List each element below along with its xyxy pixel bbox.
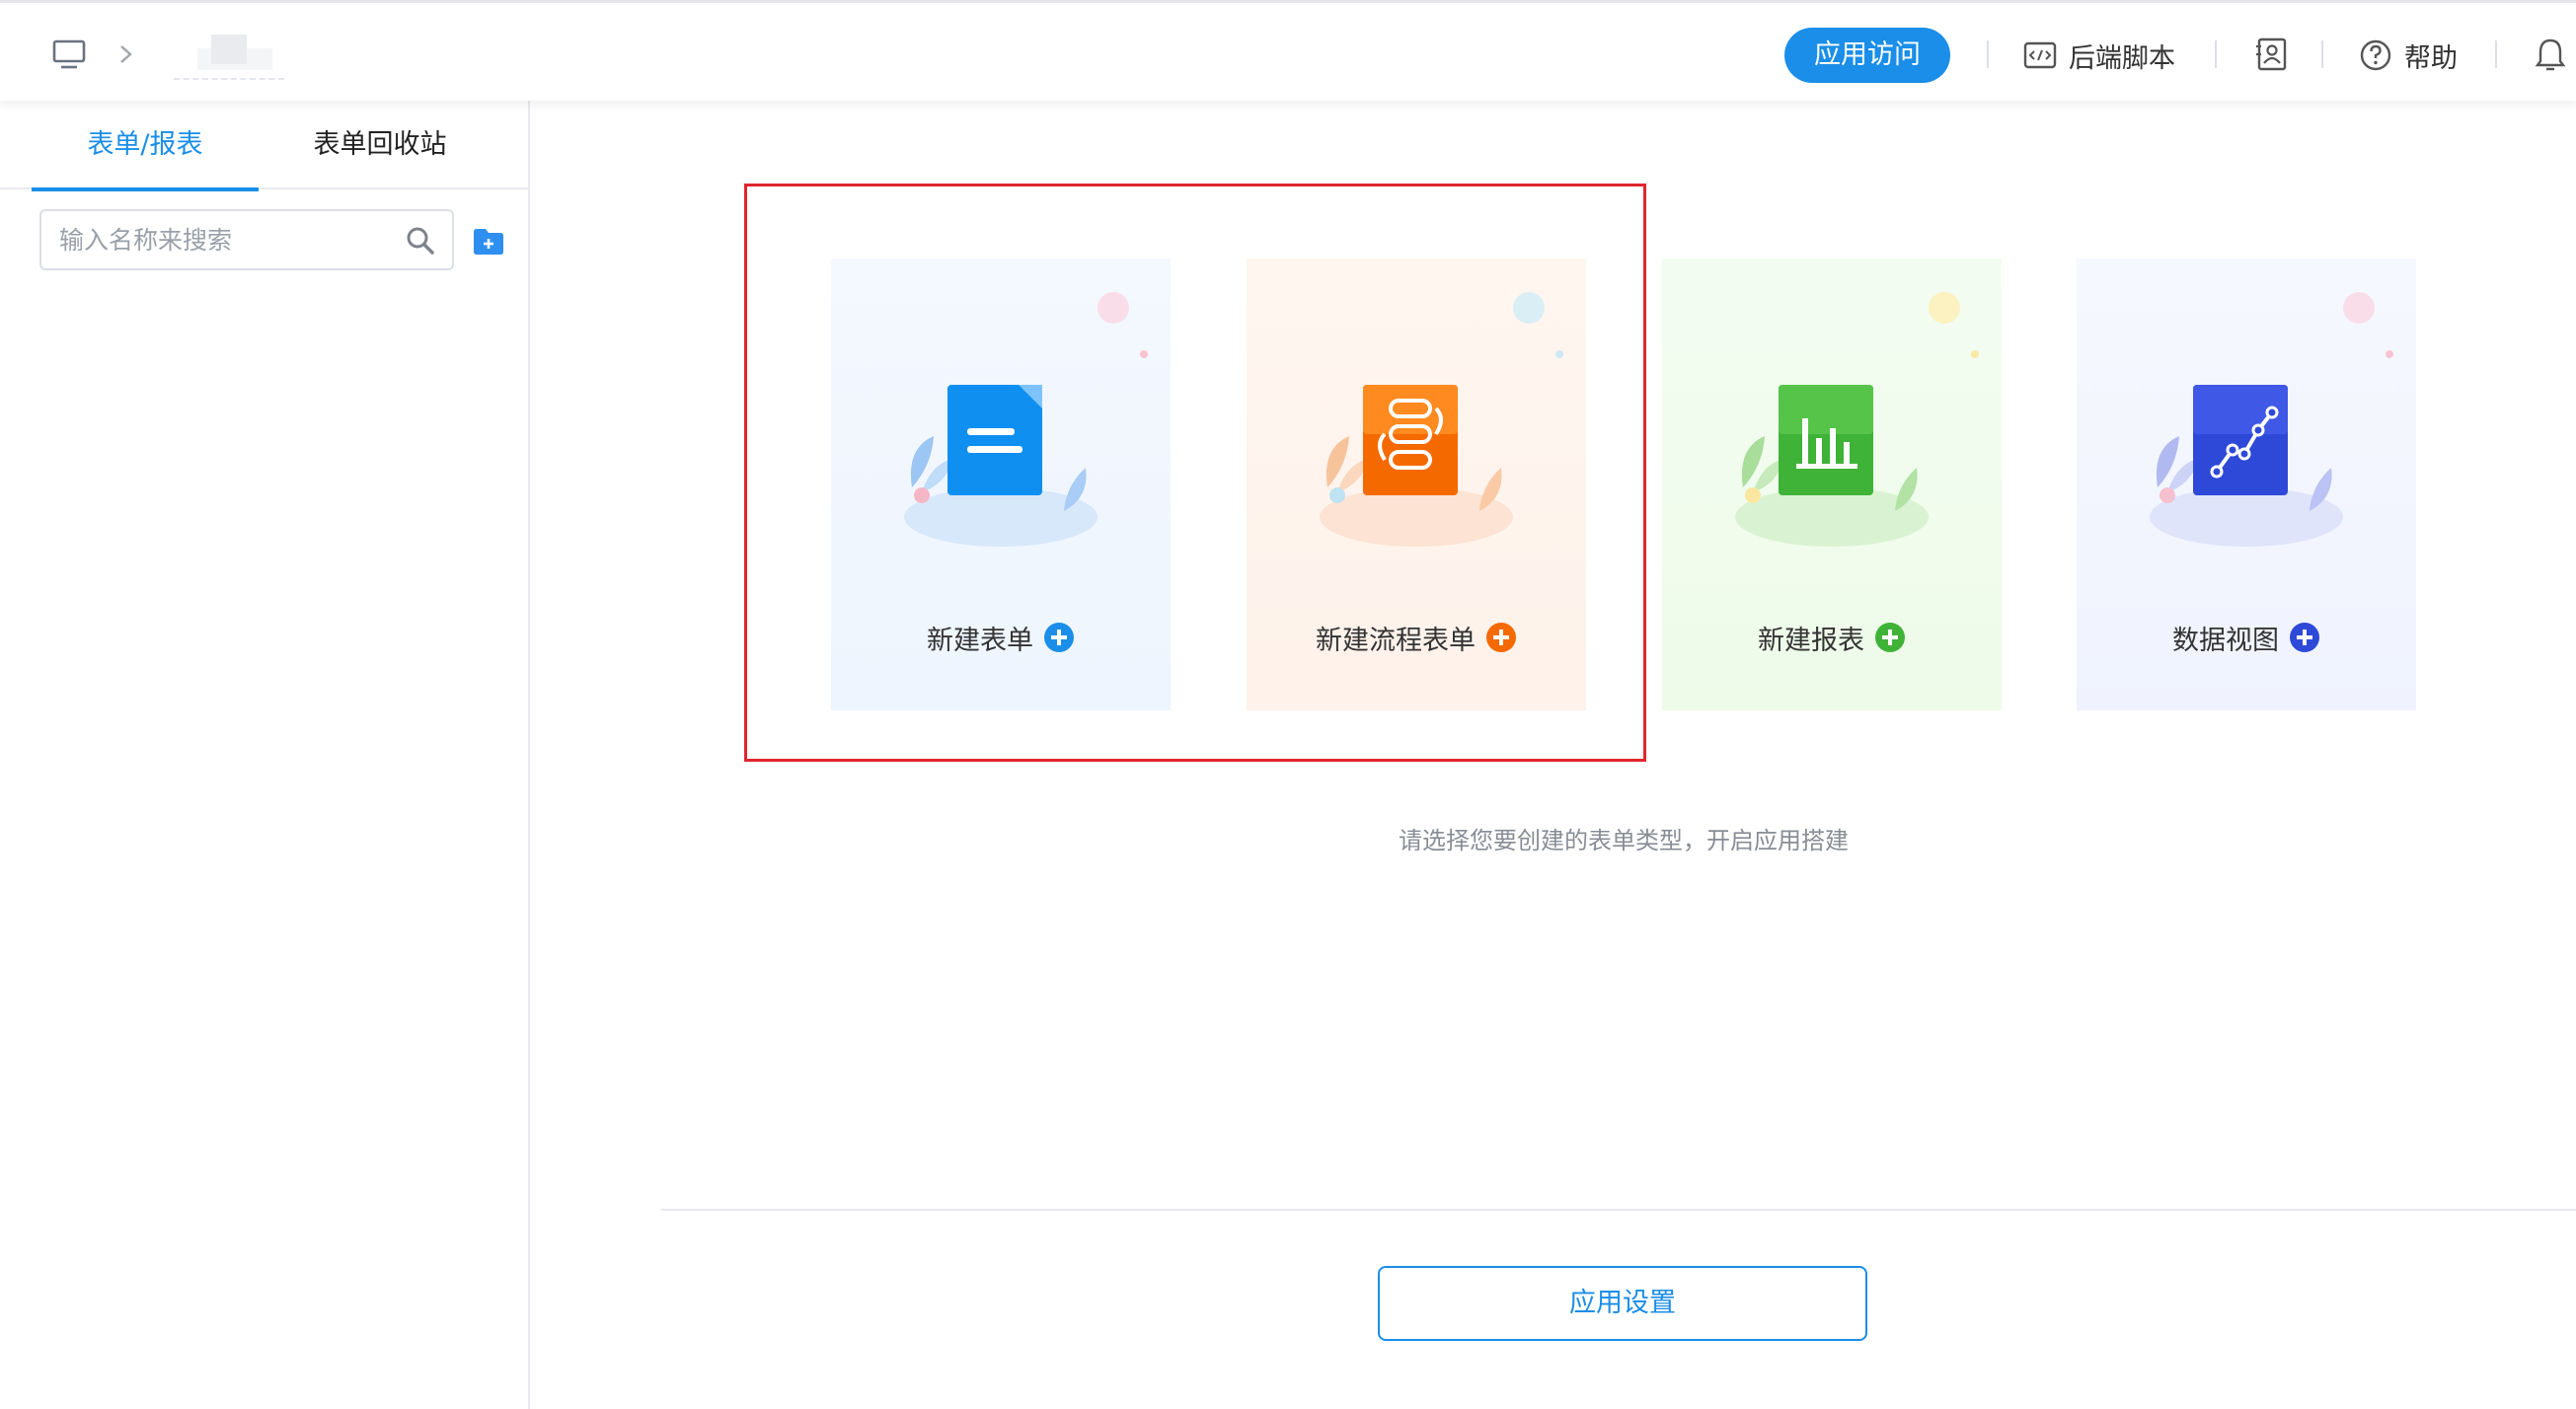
tab-form-recycle-bin[interactable]: 表单回收站	[268, 101, 492, 189]
new-workflow-form-card[interactable]: 新建流程表单	[1247, 259, 1586, 710]
new-report-label: 新建报表	[1662, 618, 2002, 657]
sidebar-tabs: 表单/报表 表单回收站	[0, 101, 528, 191]
top-bar: 应用访问 后端脚本 帮助	[0, 0, 2576, 101]
document-icon	[904, 385, 1098, 547]
search-icon[interactable]	[405, 225, 436, 257]
divider	[2215, 40, 2217, 68]
new-form-label: 新建表单	[831, 618, 1171, 657]
new-form-card[interactable]: 新建表单	[831, 259, 1171, 710]
decor-dot	[2386, 350, 2393, 358]
plus-circle-icon[interactable]	[1874, 622, 1906, 653]
divider	[661, 1209, 2576, 1211]
code-icon	[2023, 41, 2057, 69]
help-button[interactable]: 帮助	[2359, 33, 2458, 78]
create-hint-text: 请选择您要创建的表单类型，开启应用搭建	[1399, 827, 1849, 854]
sidebar: 表单/报表 表单回收站	[0, 101, 530, 1409]
divider	[2321, 40, 2323, 68]
bar-chart-icon	[1735, 385, 1929, 547]
data-view-label: 数据视图	[2077, 618, 2416, 657]
monitor-icon[interactable]	[51, 37, 87, 72]
decor-dot	[1140, 350, 1148, 358]
plus-circle-icon[interactable]	[1043, 622, 1075, 653]
search-input[interactable]	[59, 219, 395, 260]
decor-bubble	[1513, 292, 1545, 324]
app-visit-button[interactable]: 应用访问	[1784, 28, 1950, 83]
decor-bubble	[1929, 292, 1960, 324]
contacts-icon[interactable]	[2253, 37, 2289, 72]
breadcrumb-app-name[interactable]	[174, 29, 284, 80]
chevron-right-icon	[120, 45, 132, 63]
new-report-card[interactable]: 新建报表	[1662, 259, 2002, 710]
divider	[1987, 40, 1989, 68]
tab-forms-reports[interactable]: 表单/报表	[32, 101, 259, 191]
decor-bubble	[2343, 292, 2375, 324]
app-settings-button[interactable]: 应用设置	[1378, 1266, 1867, 1341]
new-workflow-form-label: 新建流程表单	[1247, 618, 1586, 657]
help-icon	[2360, 39, 2391, 71]
plus-circle-icon[interactable]	[2289, 622, 2320, 653]
decor-dot	[1555, 350, 1563, 358]
decor-bubble	[1098, 292, 1129, 324]
workflow-icon	[1320, 385, 1513, 547]
search-box	[39, 209, 454, 270]
divider	[2495, 40, 2497, 68]
new-folder-icon[interactable]	[472, 227, 505, 257]
backend-script-button[interactable]: 后端脚本	[2023, 33, 2175, 78]
line-chart-icon	[2150, 385, 2343, 547]
backend-script-label: 后端脚本	[2069, 42, 2175, 74]
bell-icon[interactable]	[2533, 37, 2568, 72]
plus-circle-icon[interactable]	[1485, 622, 1517, 653]
data-view-card[interactable]: 数据视图	[2077, 259, 2416, 710]
decor-dot	[1971, 350, 1979, 358]
help-label: 帮助	[2404, 42, 2458, 74]
